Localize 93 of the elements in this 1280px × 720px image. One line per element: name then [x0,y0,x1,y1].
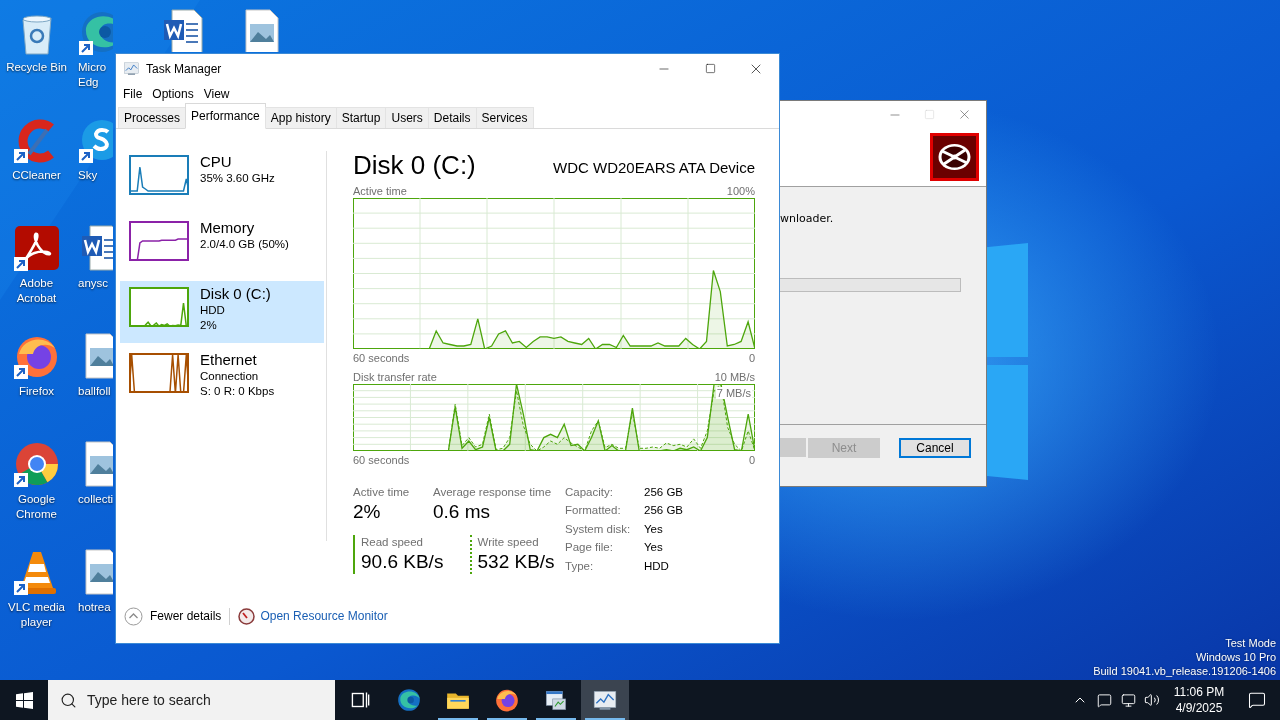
tab[interactable]: Services [475,107,534,128]
resource-detail: 2.0/4.0 GB (50%) [200,237,289,252]
menu-item[interactable]: File [118,86,148,101]
dialog-message: wnloader. [780,212,835,225]
icon-label: player [20,615,53,630]
menu-item[interactable]: View [198,86,235,101]
axis-label: 0 [748,352,755,364]
icon-label: Edg [78,75,99,90]
gauge-icon [238,607,256,625]
property-label: Formatted: [565,503,622,519]
collapse-icon[interactable] [124,606,143,626]
tab[interactable]: Performance [185,103,266,129]
tab[interactable]: Startup [335,107,387,128]
icon-label: Micro [78,60,107,75]
stat-value: 2% [353,500,382,524]
system-info-text: Windows 10 Pro [1195,650,1276,664]
firefox-icon[interactable] [494,687,520,713]
axis-label: 60 seconds [353,352,410,364]
resource-monitor-link[interactable]: Open Resource Monitor [260,609,388,623]
axis-label: 100% [726,185,755,197]
start-button[interactable] [15,691,33,709]
axis-label: 0 [748,454,755,466]
icon-label: VLC media [8,600,65,615]
chrome-icon[interactable] [12,440,61,488]
taskbar-app[interactable] [581,680,629,720]
disc-logo-icon [930,133,979,181]
resource-detail: 35% 3.60 GHz [200,171,275,186]
stat-label: Read speed [361,535,425,550]
property-label: Type: [565,558,595,574]
volume-icon[interactable] [1144,692,1160,708]
icon-label: Acrobat [16,291,57,306]
resource-title: Ethernet [200,351,258,369]
maximize-icon[interactable] [704,63,716,74]
edge-icon[interactable] [396,687,422,713]
icon-label: Sky [78,168,98,183]
search-field[interactable]: Type here to search [48,680,335,720]
device-name: WDC WD20EARS ATA Device [553,159,755,176]
tab[interactable]: App history [264,107,337,128]
scale-label: 7 MB/s [715,387,752,399]
stat-value: 532 KB/s [477,550,556,574]
search-icon [60,691,77,709]
stat-value: 0.6 ms [433,500,492,524]
icon-label: CCleaner [12,168,61,183]
property-label: Capacity: [565,485,614,500]
resource-detail: S: 0 R: 0 Kbps [200,384,275,399]
icon-label: hotrea [78,600,111,615]
resource-title: Memory [200,219,256,237]
dialog-button[interactable]: Cancel [899,438,971,458]
resource-item[interactable]: CPU 35% 3.60 GHz [120,149,324,211]
property-value: 256 GB [644,503,683,519]
axis-label: 60 seconds [353,454,410,466]
resource-item[interactable]: Ethernet Connection S: 0 R: 0 Kbps [120,347,324,409]
acrobat-icon[interactable] [12,224,61,272]
icon-label: anysc [78,276,109,291]
tab[interactable]: Users [385,107,429,128]
resource-item[interactable]: Disk 0 (C:) HDD 2% [120,281,324,343]
chart-label: Active time [353,185,407,197]
icon-label: Chrome [16,507,57,522]
property-label: System disk: [565,521,632,537]
icon-label: ballfoll [78,384,111,399]
property-label: Page file: [565,540,614,556]
disk-title: Disk 0 (C:) [353,150,476,180]
tab[interactable]: Processes [118,107,187,128]
system-info-text: Test Mode [1225,636,1276,650]
stat-value: 90.6 KB/s [361,550,445,574]
resource-detail: Connection [200,369,260,384]
icon-label: Firefox [18,384,55,399]
clock[interactable]: 11:06 PM 4/9/2025 [1168,684,1230,716]
property-value: 256 GB [644,485,683,500]
resource-item[interactable]: Memory 2.0/4.0 GB (50%) [120,215,324,277]
tab[interactable]: Details [427,107,477,128]
icon-label: collecti [78,492,114,507]
stat-label: Active time [353,485,411,500]
axis-label: 10 MB/s [714,371,755,383]
resource-title: Disk 0 (C:) [200,285,271,303]
stat-label: Average response time [433,485,553,500]
stat-label: Write speed [477,535,540,550]
property-value: Yes [644,521,664,537]
property-value: Yes [644,540,664,556]
fewer-details-link[interactable]: Fewer details [150,609,222,623]
icon-label: Recycle Bin [6,60,67,75]
app-icon [123,60,140,77]
chart-label: Disk transfer rate [353,371,437,383]
icon-label: Google [17,492,56,507]
system-info-text: Build 19041.vb_release.191206-1406 [1093,664,1276,678]
icon-label: Adobe [19,276,54,291]
resource-detail: HDD [200,303,226,318]
notifications-icon[interactable] [1248,691,1266,709]
property-value: HDD [644,558,670,574]
resource-detail: 2% [200,318,218,333]
menu-item[interactable]: Options [147,86,199,101]
resource-title: CPU [200,153,233,171]
window-title: Task Manager [146,61,222,76]
